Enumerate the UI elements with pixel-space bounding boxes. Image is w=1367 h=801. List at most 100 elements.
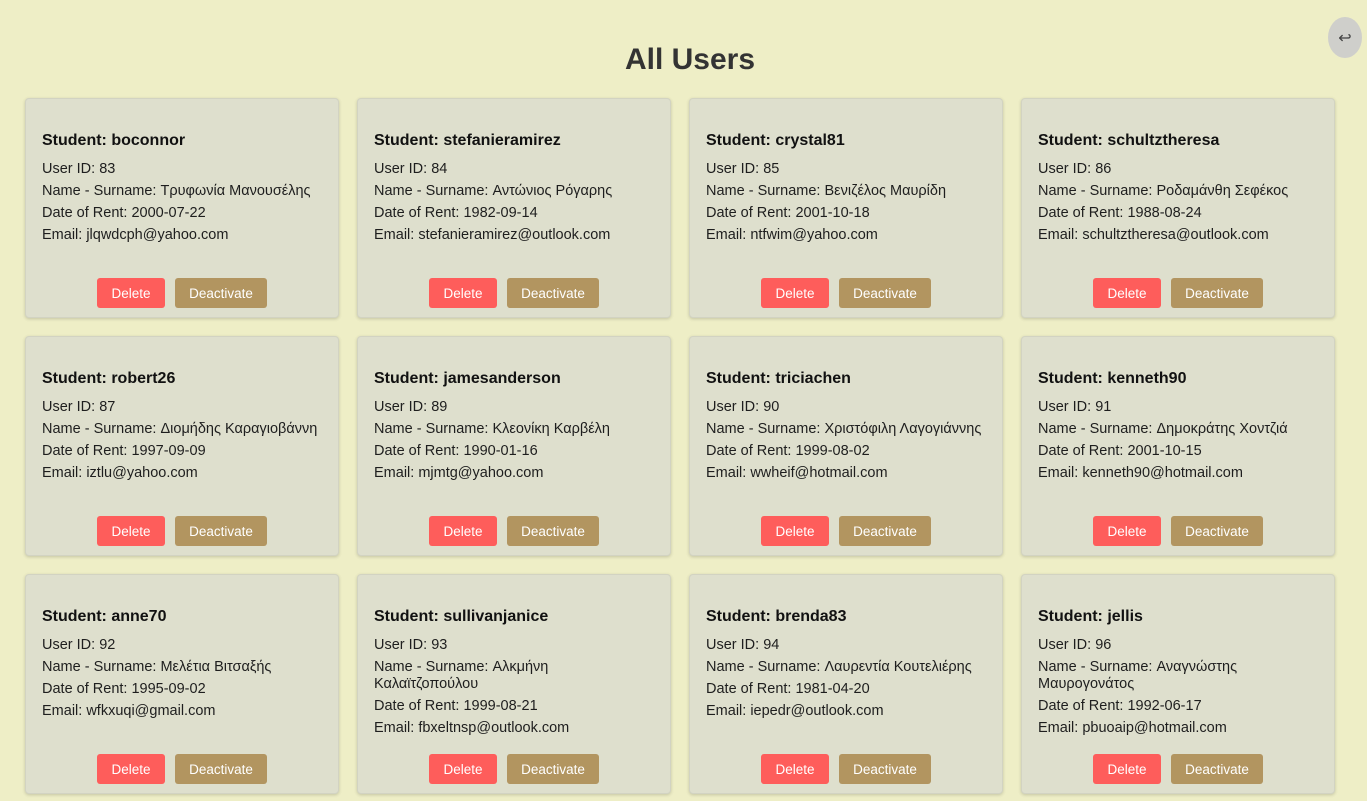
- date-of-rent-field: Date of Rent: 2001-10-15: [1038, 443, 1202, 459]
- page-title: All Users: [624, 43, 756, 76]
- user-card-title: Student: crystal81: [706, 132, 845, 149]
- date-of-rent-field: Date of Rent: 1992-06-17: [1038, 698, 1202, 714]
- deactivate-button[interactable]: Deactivate: [175, 278, 267, 308]
- user-card: Student: anne70 User ID: 92 Name - Surna…: [25, 574, 339, 794]
- card-actions: Delete Deactivate: [26, 516, 338, 546]
- deactivate-button[interactable]: Deactivate: [507, 278, 599, 308]
- name-surname-field: Name - Surname: Δημοκράτης Χοντζιά: [1038, 421, 1288, 437]
- delete-button[interactable]: Delete: [429, 754, 497, 784]
- card-actions: Delete Deactivate: [1022, 278, 1334, 308]
- user-card-title: Student: robert26: [42, 370, 176, 387]
- card-actions: Delete Deactivate: [1022, 516, 1334, 546]
- delete-button[interactable]: Delete: [1093, 754, 1161, 784]
- user-card: Student: schultztheresa User ID: 86 Name…: [1021, 98, 1335, 318]
- name-surname-field: Name - Surname: Κλεονίκη Καρβέλη: [374, 421, 610, 437]
- card-actions: Delete Deactivate: [1022, 754, 1334, 784]
- user-id-field: User ID: 94: [706, 637, 780, 653]
- email-field: Email: fbxeltnsp@outlook.com: [374, 720, 570, 736]
- user-card-title: Student: schultztheresa: [1038, 132, 1220, 149]
- deactivate-button[interactable]: Deactivate: [839, 278, 931, 308]
- deactivate-button[interactable]: Deactivate: [1171, 516, 1263, 546]
- date-of-rent-field: Date of Rent: 2001-10-18: [706, 205, 870, 221]
- card-actions: Delete Deactivate: [26, 278, 338, 308]
- user-card-title: Student: boconnor: [42, 132, 186, 149]
- user-id-field: User ID: 84: [374, 161, 448, 177]
- user-card-title: Student: anne70: [42, 608, 167, 625]
- user-card-title: Student: stefanieramirez: [374, 132, 561, 149]
- user-card: Student: jamesanderson User ID: 89 Name …: [357, 336, 671, 556]
- deactivate-button[interactable]: Deactivate: [507, 754, 599, 784]
- date-of-rent-field: Date of Rent: 1997-09-09: [42, 443, 206, 459]
- name-surname-field: Name - Surname: Βενιζέλος Μαυρίδη: [706, 183, 947, 199]
- user-id-field: User ID: 90: [706, 399, 780, 415]
- email-field: Email: jlqwdcph@yahoo.com: [42, 227, 229, 243]
- date-of-rent-field: Date of Rent: 1999-08-02: [706, 443, 870, 459]
- delete-button[interactable]: Delete: [97, 754, 165, 784]
- name-surname-field: Name - Surname: Χριστόφιλη Λαγογιάννης: [706, 421, 982, 437]
- user-id-field: User ID: 96: [1038, 637, 1112, 653]
- email-field: Email: mjmtg@yahoo.com: [374, 465, 544, 481]
- date-of-rent-field: Date of Rent: 1995-09-02: [42, 681, 206, 697]
- delete-button[interactable]: Delete: [1093, 516, 1161, 546]
- email-field: Email: kenneth90@hotmail.com: [1038, 465, 1243, 481]
- user-card: Student: triciachen User ID: 90 Name - S…: [689, 336, 1003, 556]
- user-card: Student: boconnor User ID: 83 Name - Sur…: [25, 98, 339, 318]
- name-surname-field: Name - Surname: Μελέτια Βιτσαξής: [42, 659, 272, 675]
- delete-button[interactable]: Delete: [1093, 278, 1161, 308]
- name-surname-field: Name - Surname: Λαυρεντία Κουτελιέρης: [706, 659, 972, 675]
- user-id-field: User ID: 83: [42, 161, 116, 177]
- delete-button[interactable]: Delete: [761, 278, 829, 308]
- name-surname-field: Name - Surname: Ροδαμάνθη Σεφέκος: [1038, 183, 1289, 199]
- email-field: Email: stefanieramirez@outlook.com: [374, 227, 611, 243]
- user-card-title: Student: jellis: [1038, 608, 1143, 625]
- email-field: Email: pbuoaip@hotmail.com: [1038, 720, 1227, 736]
- deactivate-button[interactable]: Deactivate: [839, 754, 931, 784]
- delete-button[interactable]: Delete: [429, 516, 497, 546]
- name-surname-field: Name - Surname: Διομήδης Καραγιοβάννη: [42, 421, 318, 437]
- user-id-field: User ID: 89: [374, 399, 448, 415]
- date-of-rent-field: Date of Rent: 1988-08-24: [1038, 205, 1202, 221]
- name-surname-field: Name - Surname: Αντώνιος Ρόγαρης: [374, 183, 613, 199]
- user-card: Student: crystal81 User ID: 85 Name - Su…: [689, 98, 1003, 318]
- delete-button[interactable]: Delete: [97, 278, 165, 308]
- delete-button[interactable]: Delete: [761, 516, 829, 546]
- delete-button[interactable]: Delete: [97, 516, 165, 546]
- card-actions: Delete Deactivate: [358, 754, 670, 784]
- user-id-field: User ID: 92: [42, 637, 116, 653]
- email-field: Email: ntfwim@yahoo.com: [706, 227, 878, 243]
- deactivate-button[interactable]: Deactivate: [507, 516, 599, 546]
- card-actions: Delete Deactivate: [690, 754, 1002, 784]
- date-of-rent-field: Date of Rent: 1982-09-14: [374, 205, 538, 221]
- user-card-grid: Student: boconnor User ID: 83 Name - Sur…: [25, 98, 1335, 794]
- user-card: Student: robert26 User ID: 87 Name - Sur…: [25, 336, 339, 556]
- date-of-rent-field: Date of Rent: 1990-01-16: [374, 443, 538, 459]
- name-surname-field: Name - Surname: Τρυφωνία Μανουσέλης: [42, 183, 311, 199]
- deactivate-button[interactable]: Deactivate: [839, 516, 931, 546]
- card-actions: Delete Deactivate: [690, 278, 1002, 308]
- delete-button[interactable]: Delete: [429, 278, 497, 308]
- deactivate-button[interactable]: Deactivate: [175, 754, 267, 784]
- date-of-rent-field: Date of Rent: 2000-07-22: [42, 205, 206, 221]
- deactivate-button[interactable]: Deactivate: [1171, 278, 1263, 308]
- user-id-field: User ID: 91: [1038, 399, 1112, 415]
- deactivate-button[interactable]: Deactivate: [1171, 754, 1263, 784]
- user-id-field: User ID: 87: [42, 399, 116, 415]
- email-field: Email: wwheif@hotmail.com: [706, 465, 888, 481]
- name-surname-field: Name - Surname: Αναγνώστης Μαυρογονάτος: [1038, 659, 1238, 692]
- card-actions: Delete Deactivate: [358, 278, 670, 308]
- user-id-field: User ID: 93: [374, 637, 448, 653]
- email-field: Email: wfkxuqi@gmail.com: [42, 703, 216, 719]
- user-card: Student: brenda83 User ID: 94 Name - Sur…: [689, 574, 1003, 794]
- user-card: Student: stefanieramirez User ID: 84 Nam…: [357, 98, 671, 318]
- email-field: Email: iztlu@yahoo.com: [42, 465, 198, 481]
- date-of-rent-field: Date of Rent: 1981-04-20: [706, 681, 870, 697]
- card-actions: Delete Deactivate: [26, 754, 338, 784]
- card-actions: Delete Deactivate: [358, 516, 670, 546]
- user-card-title: Student: jamesanderson: [374, 370, 561, 387]
- user-card: Student: kenneth90 User ID: 91 Name - Su…: [1021, 336, 1335, 556]
- user-card-title: Student: triciachen: [706, 370, 851, 387]
- deactivate-button[interactable]: Deactivate: [175, 516, 267, 546]
- user-card: Student: sullivanjanice User ID: 93 Name…: [357, 574, 671, 794]
- delete-button[interactable]: Delete: [761, 754, 829, 784]
- user-card-title: Student: brenda83: [706, 608, 847, 625]
